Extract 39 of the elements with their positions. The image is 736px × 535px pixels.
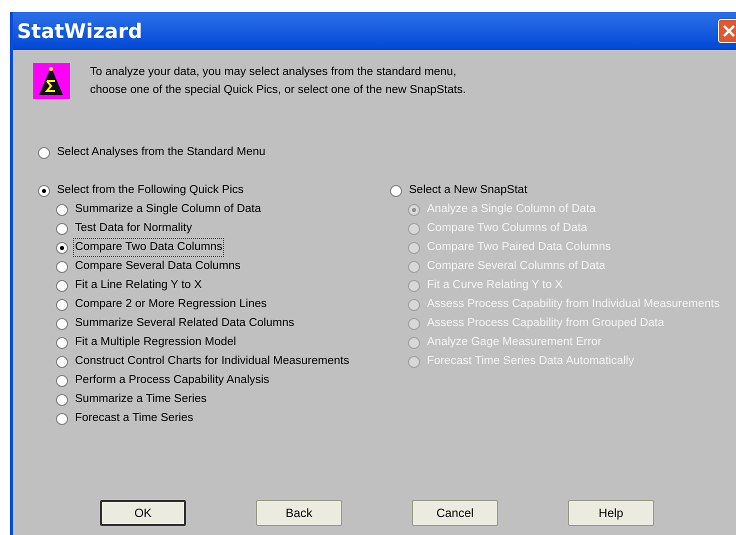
radio-button[interactable]: [56, 356, 68, 368]
option-label: Test Data for Normality: [74, 220, 193, 236]
radio-button[interactable]: [56, 280, 68, 292]
dialog-button[interactable]: Cancel: [412, 500, 498, 526]
option-label: Summarize Several Related Data Columns: [74, 316, 296, 331]
option-label: Fit a Line Relating Y to X: [74, 278, 203, 293]
radio-button[interactable]: [56, 374, 68, 386]
option-label: Select a New SnapStat: [408, 182, 528, 198]
option-label: Compare Two Data Columns: [74, 238, 224, 256]
option-label: Select Analyses from the Standard Menu: [56, 144, 266, 160]
option-label: Forecast a Time Series: [74, 410, 194, 426]
intro-text: To analyze your data, you may select analyses from the standard menu,: [90, 65, 458, 80]
intro-text: choose one of the special Quick Pics, or select one of the new SnapStats.: [90, 83, 466, 98]
radio-button[interactable]: [390, 184, 402, 196]
radio-button[interactable]: [56, 222, 68, 234]
radio-button[interactable]: [38, 146, 50, 158]
radio-button[interactable]: [56, 394, 68, 406]
option-label: Fit a Multiple Regression Model: [74, 334, 238, 350]
option-label: Construct Control Charts for Individual Measurements: [74, 354, 350, 369]
wizard-icon: [33, 63, 70, 99]
radio-button[interactable]: [56, 318, 68, 330]
radio-button[interactable]: [56, 204, 68, 216]
option-label: Compare 2 or More Regression Lines: [74, 296, 268, 312]
option-label: Select from the Following Quick Pics: [56, 182, 245, 198]
dialog-button[interactable]: Help: [568, 500, 654, 526]
radio-button[interactable]: [56, 336, 68, 348]
option-label: Summarize a Single Column of Data: [74, 202, 262, 217]
option-label: Summarize a Time Series: [74, 392, 208, 407]
radio-button[interactable]: [38, 184, 50, 196]
radio-button[interactable]: [56, 242, 68, 254]
option-label: Perform a Process Capability Analysis: [74, 372, 270, 388]
window-title: StatWizard: [16, 18, 142, 45]
option-label: Compare Several Data Columns: [74, 258, 242, 274]
dialog-button[interactable]: Back: [256, 500, 342, 526]
dialog-button[interactable]: OK: [100, 500, 186, 526]
radio-button[interactable]: [56, 298, 68, 310]
radio-button[interactable]: [56, 260, 68, 272]
radio-button[interactable]: [56, 412, 68, 424]
close-icon[interactable]: [718, 19, 736, 43]
